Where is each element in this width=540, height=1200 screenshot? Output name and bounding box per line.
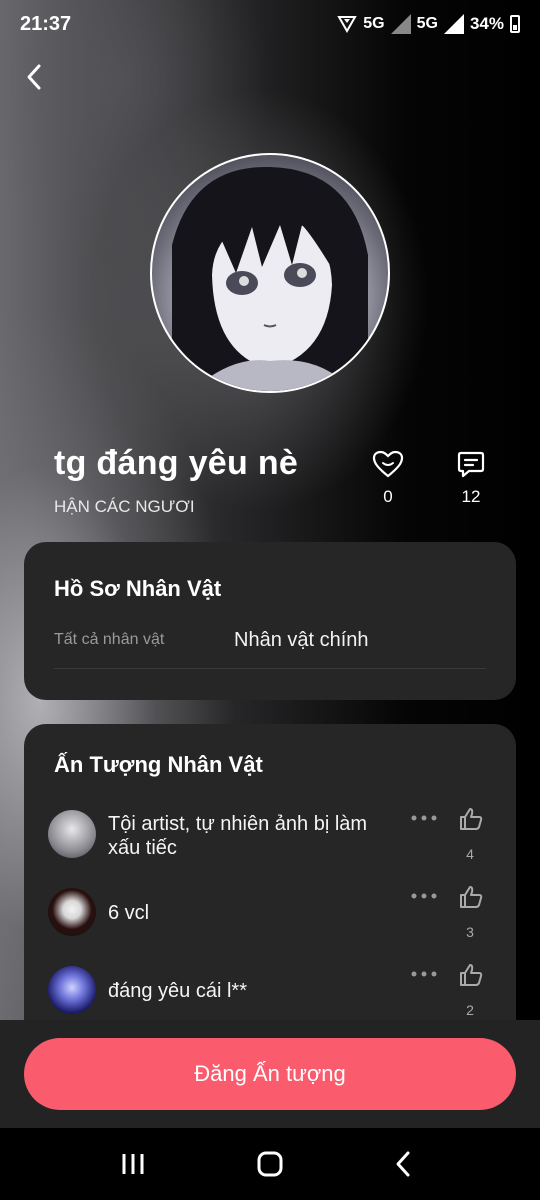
- home-icon[interactable]: [252, 1146, 288, 1182]
- more-icon[interactable]: [410, 966, 438, 982]
- commenter-avatar[interactable]: [48, 888, 96, 936]
- more-icon[interactable]: [410, 888, 438, 904]
- comment-like-count: 4: [466, 846, 474, 862]
- like-stat[interactable]: 0: [358, 450, 418, 507]
- network-type-1: 5G: [363, 15, 385, 32]
- post-impression-button[interactable]: Đăng Ấn tượng: [24, 1038, 516, 1110]
- comment-text: đáng yêu cái l**: [108, 980, 247, 1002]
- character-name: tg đáng yêu nè: [54, 444, 299, 482]
- thumbs-up-icon[interactable]: [458, 806, 484, 832]
- hotspot-icon: [337, 16, 358, 33]
- comment-like-count: 3: [466, 924, 474, 940]
- comment-stat[interactable]: 12: [441, 450, 501, 507]
- battery-percent: 34%: [469, 14, 504, 33]
- commenter-avatar[interactable]: [48, 810, 96, 858]
- divider: [54, 668, 486, 669]
- comment-count: 12: [461, 487, 481, 506]
- comment-text: 6 vcl: [108, 902, 150, 924]
- commenter-avatar[interactable]: [48, 966, 96, 1014]
- status-time: 21:37: [20, 12, 72, 35]
- status-icons: 5G 5G 34%: [337, 14, 520, 34]
- character-subtitle: HẬN CÁC NGƯƠI: [54, 497, 195, 516]
- thumbs-up-icon[interactable]: [458, 884, 484, 910]
- back-nav-icon[interactable]: [386, 1146, 422, 1182]
- impressions-title: Ấn Tượng Nhân Vật: [54, 752, 263, 777]
- recent-apps-icon[interactable]: [115, 1146, 151, 1182]
- thumbs-up-icon[interactable]: [458, 962, 484, 988]
- avatar-illustration: [172, 166, 368, 391]
- profile-label: Tất cả nhân vật: [54, 631, 165, 648]
- network-type-2: 5G: [416, 15, 438, 32]
- signal-icon-1: [390, 14, 411, 34]
- back-icon[interactable]: [18, 60, 52, 94]
- like-count: 0: [383, 487, 393, 506]
- character-avatar: [150, 153, 390, 393]
- battery-icon: [510, 15, 520, 33]
- profile-card-title: Hồ Sơ Nhân Vật: [54, 576, 222, 601]
- signal-icon-2: [443, 14, 464, 34]
- comment-text: Tội artist, tự nhiên ảnh bị làm xấu tiếc: [108, 813, 368, 859]
- more-icon[interactable]: [410, 810, 438, 826]
- system-nav-bar: [0, 1128, 540, 1200]
- status-bar: 21:37 5G 5G 34%: [0, 0, 540, 48]
- character-profile-card: Hồ Sơ Nhân Vật Tất cả nhân vật Nhân vật …: [24, 542, 516, 700]
- profile-value[interactable]: Nhân vật chính: [234, 629, 369, 652]
- comment-icon: [457, 451, 485, 478]
- comment-like-count: 2: [466, 1002, 474, 1018]
- heart-icon: [372, 450, 404, 478]
